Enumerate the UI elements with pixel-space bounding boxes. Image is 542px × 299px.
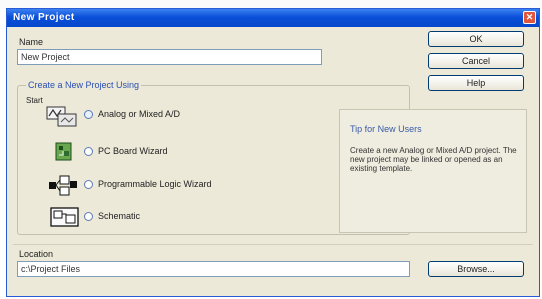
browse-button-label: Browse... (457, 264, 495, 274)
name-field[interactable] (17, 49, 322, 65)
option-pc-board-label: PC Board Wizard (98, 146, 168, 156)
ok-button[interactable]: OK (428, 31, 524, 47)
option-analog-label: Analog or Mixed A/D (98, 109, 181, 119)
help-button[interactable]: Help (428, 75, 524, 91)
group-title: Create a New Project Using (26, 80, 142, 90)
group-caption: Start (26, 96, 43, 105)
option-schematic[interactable]: Schematic (50, 206, 250, 228)
location-field[interactable] (17, 261, 410, 277)
location-label: Location (19, 249, 54, 259)
divider (13, 244, 533, 245)
programmable-logic-icon (49, 175, 77, 196)
name-label: Name (19, 37, 44, 47)
analog-circuit-icon (46, 106, 77, 127)
option-analog[interactable]: Analog or Mixed A/D (46, 104, 246, 127)
help-button-label: Help (466, 78, 486, 88)
option-schematic-radio[interactable] (84, 212, 93, 221)
ok-button-label: OK (469, 34, 483, 44)
pc-board-icon (55, 142, 72, 161)
browse-button[interactable]: Browse... (428, 261, 524, 277)
schematic-icon (50, 207, 79, 227)
close-button[interactable]: ✕ (523, 11, 536, 24)
option-programmable-logic-label: Programmable Logic Wizard (98, 179, 212, 189)
cancel-button[interactable]: Cancel (428, 53, 524, 69)
option-programmable-logic[interactable]: Programmable Logic Wizard (48, 174, 288, 196)
dialog-title: New Project (13, 12, 75, 23)
option-programmable-logic-radio[interactable] (84, 180, 93, 189)
description-body: Create a new Analog or Mixed A/D project… (350, 146, 517, 173)
description-title: Tip for New Users (350, 124, 422, 134)
option-pc-board[interactable]: PC Board Wizard (54, 141, 254, 163)
option-analog-radio[interactable] (84, 110, 93, 119)
cancel-button-label: Cancel (461, 56, 490, 66)
option-schematic-label: Schematic (98, 211, 141, 221)
option-pc-board-radio[interactable] (84, 147, 93, 156)
description-panel: Tip for New Users Create a new Analog or… (339, 109, 527, 233)
close-icon: ✕ (525, 12, 534, 22)
new-project-dialog: New Project ✕ Name OK Cancel Help Create… (6, 8, 540, 297)
title-bar[interactable]: New Project ✕ (7, 9, 539, 27)
location-input[interactable] (18, 262, 409, 276)
name-input[interactable] (18, 50, 321, 64)
